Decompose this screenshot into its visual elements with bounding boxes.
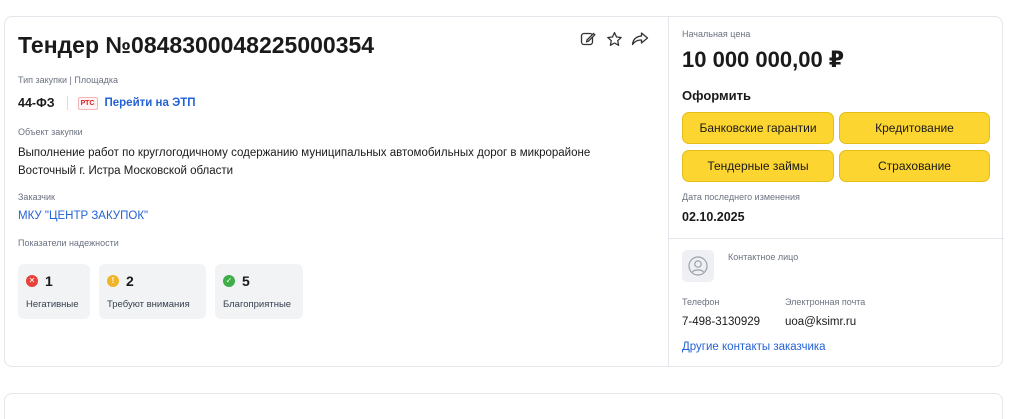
reliability-positive[interactable]: ✓ 5 Благоприятные <box>215 264 303 319</box>
tender-actions <box>578 29 650 49</box>
reliability-negative[interactable]: ✕ 1 Негативные <box>18 264 90 319</box>
type-platform-row: 44-ФЗ РТС Перейти на ЭТП <box>18 94 196 112</box>
law-value: 44-ФЗ <box>18 96 55 110</box>
phone-value[interactable]: 7-498-3130929 <box>682 313 760 331</box>
exclamation-icon: ! <box>107 275 119 287</box>
price-value: 10 000 000,00 ₽ <box>682 47 845 72</box>
reliability-warning[interactable]: ! 2 Требуют внимания <box>99 264 206 319</box>
reliability-count: 5 <box>242 273 250 289</box>
type-platform-label: Тип закупки | Площадка <box>18 75 118 85</box>
share-icon[interactable] <box>630 29 650 49</box>
horizontal-divider <box>669 238 1004 239</box>
customer-label: Заказчик <box>18 192 55 202</box>
object-text: Выполнение работ по круглогодичному соде… <box>18 147 591 177</box>
other-contacts-link[interactable]: Другие контакты заказчика <box>682 338 826 356</box>
reliability-caption: Требуют внимания <box>107 299 190 310</box>
price-label: Начальная цена <box>682 29 751 39</box>
divider <box>66 96 68 110</box>
email-label: Электронная почта <box>785 297 866 307</box>
reliability-indicators: ✕ 1 Негативные ! 2 Требуют внимания ✓ 5 … <box>18 264 303 319</box>
rts-logo-icon: РТС <box>77 96 98 110</box>
reliability-caption: Негативные <box>26 299 79 310</box>
changed-label: Дата последнего изменения <box>682 192 800 202</box>
avatar <box>682 250 714 282</box>
etp-link[interactable]: Перейти на ЭТП <box>105 97 196 109</box>
oform-title: Оформить <box>682 88 751 103</box>
price-side-panel: Начальная цена 10 000 000,00 ₽ Оформить … <box>669 17 1004 366</box>
email-value[interactable]: uoa@ksimr.ru <box>785 313 856 331</box>
reliability-caption: Благоприятные <box>223 299 292 310</box>
insurance-button[interactable]: Страхование <box>839 150 990 182</box>
reliability-label: Показатели надежности <box>18 238 119 248</box>
customer-link[interactable]: МКУ "ЦЕНТР ЗАКУПОК" <box>18 207 148 225</box>
star-icon[interactable] <box>604 29 624 49</box>
next-section-card <box>4 393 1003 419</box>
x-icon: ✕ <box>26 275 38 287</box>
edit-icon[interactable] <box>578 29 598 49</box>
crediting-button[interactable]: Кредитование <box>839 112 990 144</box>
tender-main-panel: Тендер №0848300048225000354 Тип закупки … <box>5 17 668 366</box>
reliability-count: 1 <box>45 273 53 289</box>
phone-label: Телефон <box>682 297 720 307</box>
object-label: Объект закупки <box>18 127 83 137</box>
contact-label: Контактное лицо <box>728 252 799 262</box>
tender-card: Тендер №0848300048225000354 Тип закупки … <box>4 16 1004 367</box>
bank-guarantees-button[interactable]: Банковские гарантии <box>682 112 834 144</box>
tender-loans-button[interactable]: Тендерные займы <box>682 150 834 182</box>
changed-date: 02.10.2025 <box>682 210 745 224</box>
check-icon: ✓ <box>223 275 235 287</box>
tender-title: Тендер №0848300048225000354 <box>18 32 375 58</box>
reliability-count: 2 <box>126 273 134 289</box>
